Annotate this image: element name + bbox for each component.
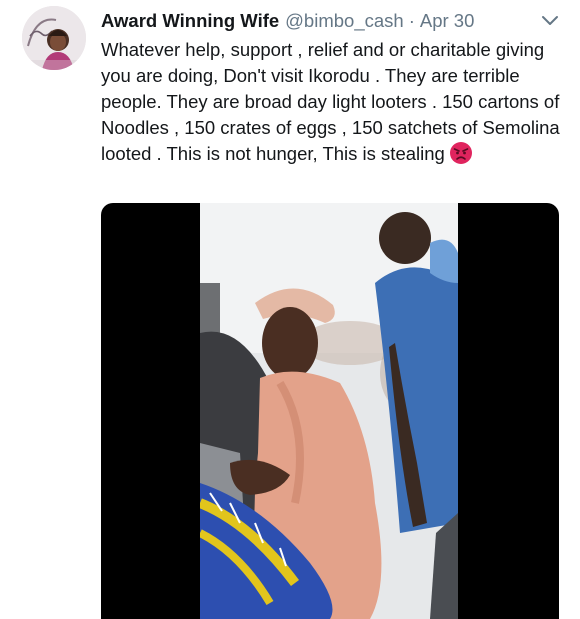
avatar[interactable] <box>22 6 86 70</box>
separator-dot: · <box>408 10 415 31</box>
tweet-text: Whatever help, support , relief and or c… <box>101 39 560 164</box>
tweet-header: Award Winning Wife @bimbo_cash · Apr 30 <box>101 8 561 34</box>
tweet: Award Winning Wife @bimbo_cash · Apr 30 … <box>0 0 580 619</box>
author-name[interactable]: Award Winning Wife <box>101 9 279 33</box>
tweet-date[interactable]: Apr 30 <box>420 9 475 33</box>
video-thumbnail <box>200 203 458 619</box>
angry-face-emoji-icon <box>449 141 473 165</box>
avatar-image <box>22 6 86 70</box>
tweet-text-block: Whatever help, support , relief and or c… <box>101 37 569 167</box>
chevron-down-icon[interactable] <box>540 12 560 30</box>
author-handle[interactable]: @bimbo_cash <box>285 9 404 33</box>
tweet-media-video[interactable] <box>101 203 559 619</box>
